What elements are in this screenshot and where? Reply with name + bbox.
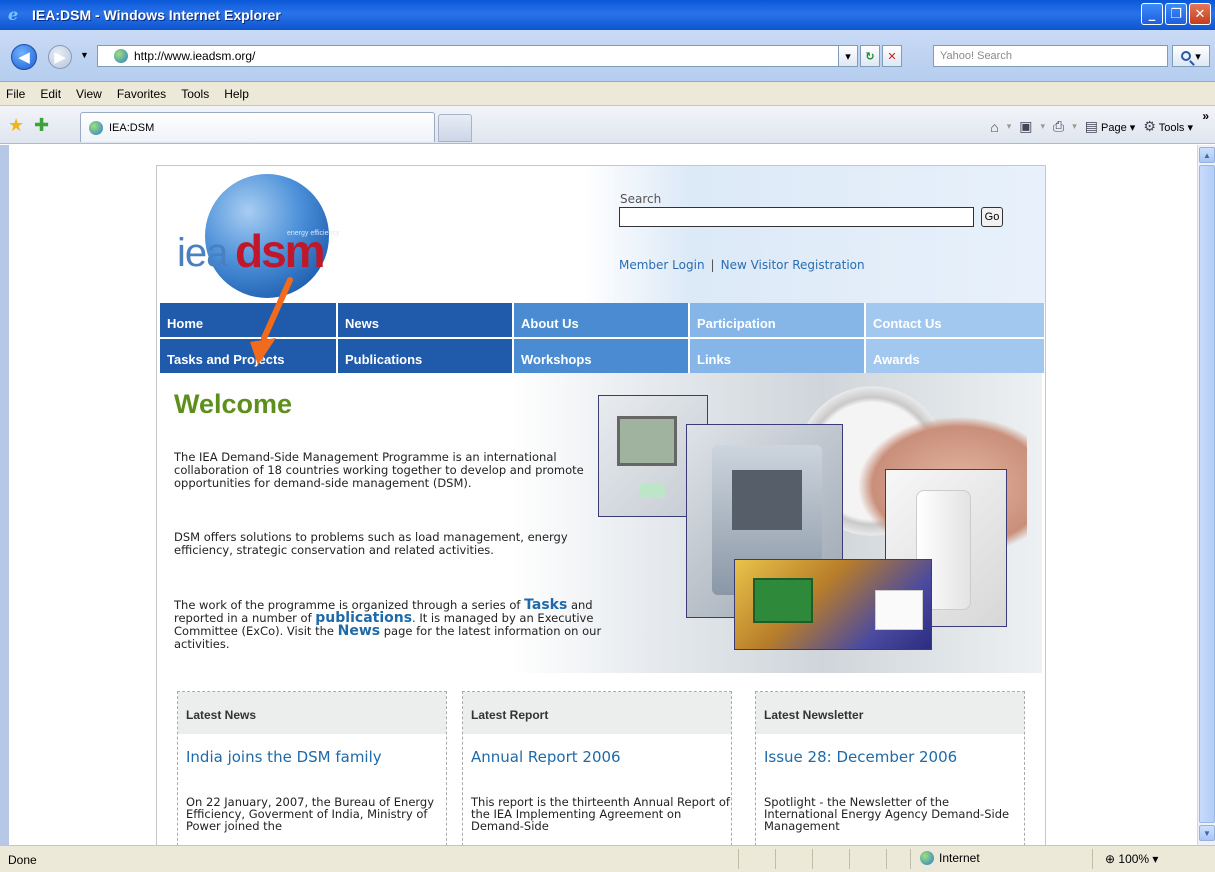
search-icon	[1181, 51, 1192, 61]
address-toolbar: ◀ ▶ ▼ http://www.ieadsm.org/ ▾ ↻ ✕ Yahoo…	[0, 30, 1215, 82]
nav-home[interactable]: Home	[160, 303, 336, 337]
new-tab-button[interactable]	[438, 114, 472, 142]
feeds-icon[interactable]: ▣	[1019, 118, 1032, 135]
menu-edit[interactable]: Edit	[40, 87, 61, 101]
column-heading: Latest Report	[463, 692, 731, 734]
tab-ieadsm[interactable]: IEA:DSM	[80, 112, 435, 142]
nav-publications[interactable]: Publications	[338, 339, 512, 373]
menu-file[interactable]: File	[6, 87, 25, 101]
nav-news[interactable]: News	[338, 303, 512, 337]
menu-tools[interactable]: Tools	[181, 87, 209, 101]
menu-help[interactable]: Help	[224, 87, 249, 101]
ieadsm-page: iea dsm energy efficiency Search Go Memb…	[156, 165, 1046, 845]
report-headline-link[interactable]: Annual Report 2006	[471, 748, 621, 766]
latest-news-column: Latest News India joins the DSM family O…	[177, 691, 447, 845]
ie-logo-icon: e	[8, 5, 19, 24]
latest-newsletter-column: Latest Newsletter Issue 28: December 200…	[755, 691, 1025, 845]
more-chevron-icon[interactable]: »	[1202, 109, 1209, 123]
maximize-button[interactable]: ❐	[1165, 3, 1187, 25]
nav-workshops[interactable]: Workshops	[514, 339, 688, 373]
minimize-button[interactable]: _	[1141, 3, 1163, 25]
tools-menu[interactable]: ⚙ Tools ▾	[1143, 118, 1193, 135]
tab-label: IEA:DSM	[109, 121, 155, 134]
zoom-level[interactable]: ⊕ 100% ▾	[1105, 852, 1158, 866]
stop-button[interactable]: ✕	[882, 45, 902, 67]
site-header: iea dsm energy efficiency Search Go Memb…	[157, 166, 1045, 303]
go-button[interactable]: Go	[981, 207, 1003, 227]
history-dropdown-icon[interactable]: ▼	[80, 50, 89, 60]
print-icon[interactable]: ⎙	[1053, 118, 1064, 135]
tab-favicon-icon	[89, 120, 103, 135]
logo-tagline: energy efficiency	[287, 230, 340, 237]
nav-contact-us[interactable]: Contact Us	[866, 303, 1044, 337]
menu-view[interactable]: View	[76, 87, 102, 101]
nav-awards[interactable]: Awards	[866, 339, 1044, 373]
add-favorites-icon[interactable]: ✚	[34, 116, 49, 134]
newsletter-headline-link[interactable]: Issue 28: December 2006	[764, 748, 957, 766]
back-button[interactable]: ◀	[11, 44, 37, 70]
site-search-input[interactable]	[619, 207, 974, 227]
welcome-heading: Welcome	[174, 389, 293, 419]
home-icon[interactable]: ⌂	[990, 119, 998, 135]
address-dropdown-icon[interactable]: ▾	[838, 45, 858, 67]
nav-tasks-projects[interactable]: Tasks and Projects	[160, 339, 336, 373]
gear-icon: ⚙	[1143, 118, 1156, 134]
scroll-thumb[interactable]	[1199, 165, 1215, 823]
column-heading: Latest News	[178, 692, 446, 734]
work-paragraph: The work of the programme is organized t…	[174, 597, 602, 651]
scroll-up-icon[interactable]: ▲	[1199, 147, 1215, 163]
news-link[interactable]: News	[338, 623, 380, 639]
circuit-board-image	[734, 559, 932, 650]
search-button[interactable]: ▾	[1172, 45, 1210, 67]
search-input[interactable]: Yahoo! Search	[933, 45, 1168, 67]
page-icon: ▤	[1084, 118, 1098, 134]
menu-bar: File Edit View Favorites Tools Help	[0, 82, 1215, 106]
status-bar: Done Internet ⊕ 100% ▾	[0, 845, 1215, 872]
member-login-link[interactable]: Member Login	[619, 258, 705, 272]
tab-bar: ★ ✚ IEA:DSM ⌂ ▾ ▣ ▾ ⎙ ▾ ▤ Page ▾ ⚙ Tools ▾ …	[0, 106, 1215, 144]
news-excerpt: On 22 January, 2007, the Bureau of Energ…	[186, 795, 435, 833]
nav-about-us[interactable]: About Us	[514, 303, 688, 337]
window-title-bar: e IEA:DSM - Windows Internet Explorer _ …	[0, 0, 1215, 30]
logo-iea-text: iea	[177, 231, 228, 275]
nav-links[interactable]: Links	[690, 339, 864, 373]
site-favicon-icon	[114, 49, 128, 63]
main-navigation: Home News About Us Participation Contact…	[160, 303, 1044, 373]
intro-paragraph: The IEA Demand-Side Management Programme…	[174, 450, 584, 490]
favorites-star-icon[interactable]: ★	[8, 116, 24, 134]
scroll-down-icon[interactable]: ▼	[1199, 825, 1215, 841]
close-button[interactable]: ✕	[1189, 3, 1211, 25]
page-menu[interactable]: ▤ Page ▾	[1085, 118, 1136, 135]
vertical-scrollbar[interactable]: ▲ ▼	[1197, 145, 1215, 845]
news-headline-link[interactable]: India joins the DSM family	[186, 748, 382, 766]
menu-favorites[interactable]: Favorites	[117, 87, 166, 101]
latest-report-column: Latest Report Annual Report 2006 This re…	[462, 691, 732, 845]
forward-button[interactable]: ▶	[48, 45, 72, 69]
site-search-label: Search	[620, 192, 662, 206]
nav-participation[interactable]: Participation	[690, 303, 864, 337]
web-viewport: iea dsm energy efficiency Search Go Memb…	[0, 145, 1215, 845]
refresh-button[interactable]: ↻	[860, 45, 880, 67]
internet-zone-icon	[920, 851, 934, 865]
newsletter-excerpt: Spotlight - the Newsletter of the Intern…	[764, 795, 1010, 833]
report-excerpt: This report is the thirteenth Annual Rep…	[471, 795, 730, 833]
security-zone: Internet	[920, 851, 980, 865]
account-links: Member Login | New Visitor Registration	[619, 258, 865, 272]
dsm-paragraph: DSM offers solutions to problems such as…	[174, 530, 568, 557]
address-url[interactable]: http://www.ieadsm.org/	[134, 49, 255, 63]
new-visitor-link[interactable]: New Visitor Registration	[721, 258, 865, 272]
status-text: Done	[8, 853, 37, 867]
window-title: IEA:DSM - Windows Internet Explorer	[32, 7, 281, 23]
column-heading: Latest Newsletter	[756, 692, 1024, 734]
address-bar[interactable]: http://www.ieadsm.org/	[97, 45, 854, 67]
